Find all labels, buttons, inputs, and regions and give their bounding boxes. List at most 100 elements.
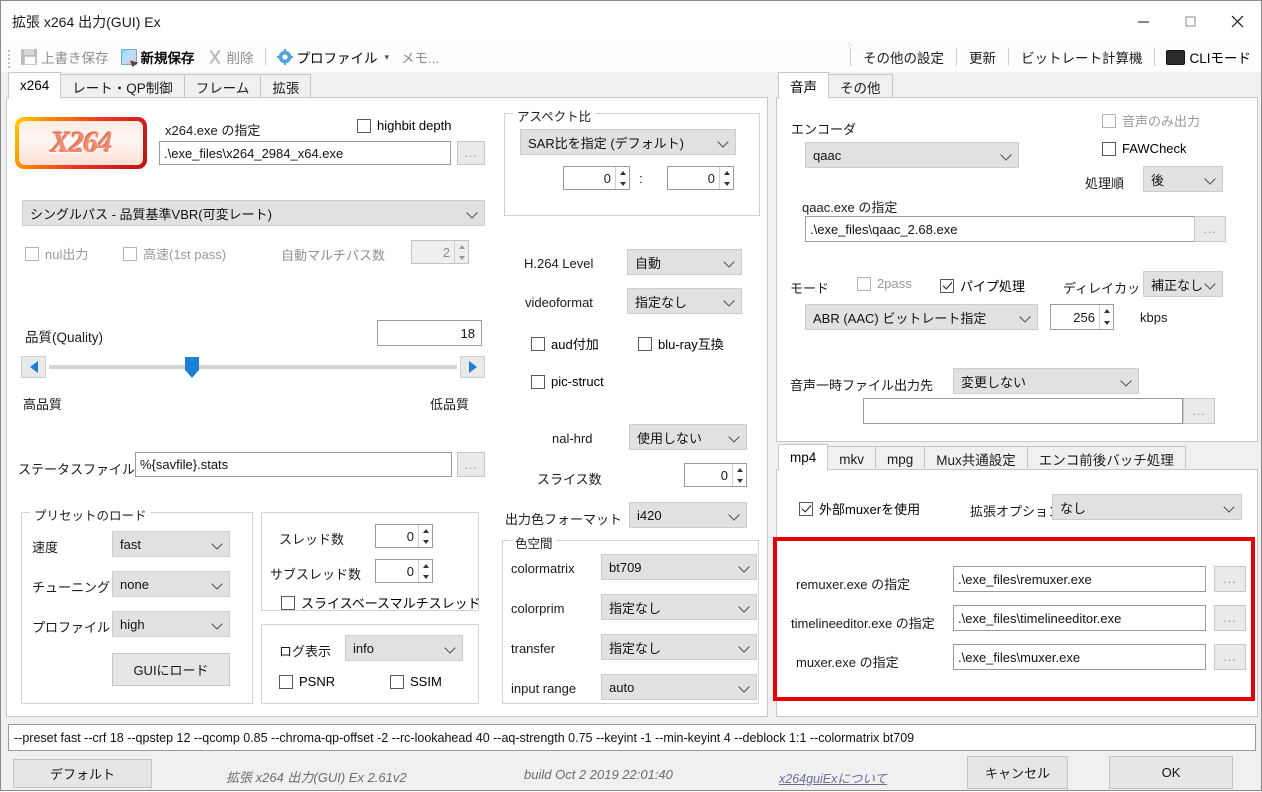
profile-combo[interactable]: high — [112, 611, 230, 637]
tab-audio-other[interactable]: その他 — [828, 74, 893, 99]
qaac-exe-browse-button[interactable]: ... — [1194, 216, 1226, 242]
audio-only-checkbox[interactable]: 音声のみ出力 — [1102, 111, 1200, 130]
about-link[interactable]: x264guiExについて — [779, 768, 887, 787]
aud-checkbox[interactable]: aud付加 — [531, 334, 599, 353]
tuning-combo[interactable]: none — [112, 571, 230, 597]
temp-output-browse-button[interactable]: ... — [1183, 398, 1215, 424]
command-line-input[interactable]: --preset fast --crf 18 --qpstep 12 --qco… — [8, 724, 1256, 751]
tab-mp4[interactable]: mp4 — [778, 444, 829, 471]
slider-increase-button[interactable] — [460, 356, 485, 378]
muxer-exe-browse-button[interactable]: ... — [1214, 644, 1246, 670]
cli-mode-button[interactable]: CLIモード — [1160, 44, 1257, 70]
slices-spinner[interactable]: 0 — [684, 463, 747, 487]
slice-based-mt-checkbox[interactable]: スライスベースマルチスレッド — [281, 593, 481, 612]
thread-count-value: 0 — [406, 528, 414, 544]
tab-batch[interactable]: エンコ前後バッチ処理 — [1026, 446, 1186, 471]
spinner-buttons[interactable] — [719, 167, 733, 189]
spinner-buttons[interactable] — [732, 464, 746, 486]
timelineeditor-exe-path-input[interactable]: .\exe_files\timelineeditor.exe — [953, 605, 1206, 631]
pipe-checkbox[interactable]: パイプ処理 — [940, 276, 1025, 295]
tab-x264[interactable]: x264 — [8, 72, 62, 99]
use-external-muxer-checkbox[interactable]: 外部muxerを使用 — [799, 499, 920, 518]
minimize-button[interactable] — [1120, 1, 1167, 41]
bluray-checkbox[interactable]: blu-ray互換 — [638, 334, 724, 353]
x264-exe-browse-button[interactable]: ... — [457, 141, 485, 165]
faw-check-checkbox[interactable]: FAWCheck — [1102, 141, 1187, 156]
subthread-count-spinner[interactable]: 0 — [375, 559, 433, 583]
bitrate-spinner[interactable]: 256 — [1050, 304, 1114, 330]
remuxer-exe-path-input[interactable]: .\exe_files\remuxer.exe — [953, 566, 1206, 592]
bitrate-calculator-button[interactable]: ビットレート計算機 — [1014, 45, 1150, 69]
memo-button[interactable]: メモ... — [395, 44, 445, 70]
ok-button[interactable]: OK — [1109, 756, 1233, 789]
status-file-input[interactable]: %{savfile}.stats — [135, 452, 452, 477]
ext-option-combo[interactable]: なし — [1052, 494, 1242, 520]
remuxer-exe-browse-button[interactable]: ... — [1214, 566, 1246, 592]
new-save-button[interactable]: 新規保存 — [115, 44, 201, 70]
colormatrix-combo[interactable]: bt709 — [601, 554, 757, 580]
auto-multipass-spinner[interactable]: 2 — [411, 240, 469, 264]
spinner-buttons[interactable] — [418, 560, 432, 582]
slider-decrease-button[interactable] — [21, 356, 46, 378]
quality-high-label: 高品質 — [23, 397, 63, 412]
spinner-buttons[interactable] — [454, 241, 468, 263]
overwrite-save-button[interactable]: 上書き保存 — [15, 44, 115, 70]
nal-hrd-combo[interactable]: 使用しない — [629, 424, 747, 450]
qaac-exe-path-input[interactable]: .\exe_files\qaac_2.68.exe — [805, 216, 1199, 242]
x264-exe-path-input[interactable]: .\exe_files\x264_2984_x64.exe — [159, 141, 451, 165]
videoformat-combo[interactable]: 指定なし — [627, 288, 742, 314]
close-button[interactable] — [1214, 1, 1261, 41]
fast-first-pass-checkbox[interactable]: 高速(1st pass) — [123, 244, 226, 263]
log-combo[interactable]: info — [345, 635, 463, 661]
highbit-depth-checkbox[interactable]: highbit depth — [357, 118, 451, 133]
update-button[interactable]: 更新 — [962, 45, 1003, 69]
input-range-combo[interactable]: auto — [601, 674, 757, 700]
encoder-combo[interactable]: qaac — [805, 142, 1019, 168]
maximize-button[interactable] — [1167, 1, 1214, 41]
spinner-buttons[interactable] — [418, 525, 432, 547]
bitrate-mode-combo[interactable]: ABR (AAC) ビットレート指定 — [805, 304, 1038, 330]
muxer-exe-path-input[interactable]: .\exe_files\muxer.exe — [953, 644, 1206, 670]
aspect-width-spinner[interactable]: 0 — [563, 166, 630, 190]
aspect-height-spinner[interactable]: 0 — [667, 166, 734, 190]
load-to-gui-button[interactable]: GUIにロード — [112, 653, 230, 686]
ssim-checkbox[interactable]: SSIM — [390, 674, 442, 689]
default-button[interactable]: デフォルト — [13, 759, 152, 788]
quality-slider[interactable] — [21, 356, 485, 378]
h264-level-combo[interactable]: 自動 — [627, 249, 742, 275]
timelineeditor-exe-browse-button[interactable]: ... — [1214, 605, 1246, 631]
other-settings-button[interactable]: その他の設定 — [856, 45, 951, 69]
twopass-checkbox[interactable]: 2pass — [857, 276, 912, 291]
psnr-checkbox[interactable]: PSNR — [279, 674, 335, 689]
slider-track[interactable] — [49, 365, 457, 369]
colorprim-combo[interactable]: 指定なし — [601, 594, 757, 620]
cancel-button[interactable]: キャンセル — [967, 756, 1068, 789]
spinner-buttons[interactable] — [1099, 305, 1113, 329]
tab-mpg[interactable]: mpg — [875, 446, 926, 471]
profile-button[interactable]: プロファイル ▾ — [271, 44, 396, 70]
delete-button[interactable]: 削除 — [201, 44, 260, 70]
tab-rate-qp[interactable]: レート・QP制御 — [60, 74, 185, 99]
thread-count-spinner[interactable]: 0 — [375, 524, 433, 548]
transfer-combo[interactable]: 指定なし — [601, 634, 757, 660]
tab-extended[interactable]: 拡張 — [260, 74, 312, 99]
tab-mkv[interactable]: mkv — [827, 446, 877, 471]
temp-output-value: 変更しない — [961, 374, 1027, 390]
slider-thumb[interactable] — [185, 357, 199, 378]
temp-output-combo[interactable]: 変更しない — [953, 368, 1139, 394]
aspect-mode-combo[interactable]: SAR比を指定 (デフォルト) — [520, 129, 736, 155]
tab-frame[interactable]: フレーム — [183, 74, 262, 99]
temp-output-path-input[interactable] — [863, 398, 1183, 424]
speed-combo[interactable]: fast — [112, 531, 230, 557]
spinner-buttons[interactable] — [615, 167, 629, 189]
nul-output-checkbox[interactable]: nul出力 — [25, 244, 88, 263]
status-file-browse-button[interactable]: ... — [457, 452, 485, 477]
delaycut-combo[interactable]: 補正なし — [1143, 271, 1223, 297]
quality-value-input[interactable]: 18 — [377, 320, 482, 346]
pic-struct-checkbox[interactable]: pic-struct — [531, 374, 604, 389]
tab-mux-common[interactable]: Mux共通設定 — [924, 446, 1028, 471]
rate-mode-combo[interactable]: シングルパス - 品質基準VBR(可変レート) — [22, 200, 485, 226]
tab-audio[interactable]: 音声 — [778, 72, 829, 99]
output-color-format-combo[interactable]: i420 — [629, 502, 747, 528]
processing-order-combo[interactable]: 後 — [1143, 166, 1223, 192]
